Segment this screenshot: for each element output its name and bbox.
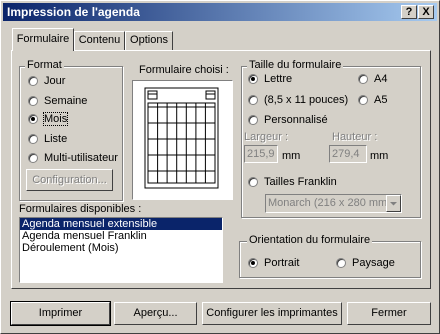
available-forms-list[interactable]: Agenda mensuel extensible Agenda mensuel… [19,217,223,283]
height-value: 279,4 [332,148,360,160]
help-button[interactable]: ? [401,5,417,19]
radio-label: Personnalisé [264,114,328,126]
radio-label: Multi-utilisateur [44,152,118,164]
height-label: Hauteur : [332,131,378,143]
title-bar[interactable]: Impression de l'agenda ? X [3,3,437,21]
radio-dot [358,74,368,84]
radio-a5[interactable]: A5 [358,93,387,107]
orientation-legend: Orientation du formulaire [247,234,373,246]
radio-dot [248,115,258,125]
radio-personnalise[interactable]: Personnalisé [248,113,328,127]
form-preview [132,80,233,200]
radio-tailles-franklin[interactable]: Tailles Franklin [248,175,337,189]
radio-dot [28,153,38,163]
width-field[interactable]: 215,9 [244,145,278,163]
close-button-label: Fermer [371,307,407,319]
radio-label: Lettre [264,73,293,85]
radio-paysage[interactable]: Paysage [336,256,395,270]
configure-printers-label: Configurer les imprimantes [206,307,338,319]
width-value: 215,9 [247,148,275,160]
radio-dot [28,114,38,124]
radio-semaine[interactable]: Semaine [28,94,87,108]
tab-label: Contenu [78,34,121,46]
configuration-button[interactable]: Configuration... [26,169,113,191]
format-legend: Format [25,59,64,71]
available-forms-label: Formulaires disponibles : [19,203,142,215]
radio-dot [28,96,38,106]
radio-dot [28,134,38,144]
height-field[interactable]: 279,4 [329,145,367,163]
radio-dot [248,95,258,105]
radio-dot [336,258,346,268]
tab-label: Formulaire [16,33,70,45]
radio-dot [248,177,258,187]
list-item[interactable]: Agenda mensuel extensible [20,218,222,230]
radio-dot [28,76,38,86]
radio-label: Portrait [264,257,300,269]
width-unit: mm [282,150,301,162]
radio-half-letter[interactable]: (8,5 x 11 pouces) [248,93,348,107]
radio-jour[interactable]: Jour [28,74,65,88]
franklin-size-select[interactable]: Monarch (216 x 280 mm [265,194,402,213]
height-unit: mm [370,150,389,162]
radio-label: Liste [44,133,68,145]
radio-dot [358,95,368,105]
radio-label: A4 [374,73,388,85]
radio-label: Tailles Franklin [264,176,337,188]
close-icon[interactable]: X [418,5,434,19]
radio-mois[interactable]: Mois [28,112,69,126]
print-button[interactable]: Imprimer [10,301,111,326]
radio-label: A5 [374,94,388,106]
preview-button[interactable]: Aperçu... [114,302,197,325]
width-label: Largeur : [244,131,289,143]
radio-label: Mois [42,112,69,126]
tab-contenu[interactable]: Contenu [74,31,125,50]
radio-dot [248,258,258,268]
list-item[interactable]: Agenda mensuel Franklin [20,230,222,242]
radio-lettre[interactable]: Lettre [248,72,292,86]
tab-options[interactable]: Options [125,31,173,50]
radio-label: (8,5 x 11 pouces) [264,94,349,106]
radio-label: Semaine [44,95,88,107]
radio-multi-utilisateur[interactable]: Multi-utilisateur [28,151,118,165]
chevron-down-icon[interactable] [386,195,401,212]
size-legend: Taille du formulaire [247,59,344,71]
radio-label: Jour [44,75,66,87]
tab-formulaire[interactable]: Formulaire [12,28,74,51]
preview-button-label: Aperçu... [133,307,178,319]
radio-dot [248,74,258,84]
radio-label: Paysage [352,257,395,269]
print-button-label: Imprimer [38,307,83,319]
calendar-page-icon [144,87,219,189]
configuration-label: Configuration... [32,174,107,186]
radio-portrait[interactable]: Portrait [248,256,299,270]
print-dialog: Impression de l'agenda ? X Formulaire Co… [0,0,440,334]
list-item[interactable]: Déroulement (Mois) [20,242,222,254]
close-button[interactable]: Fermer [347,302,431,325]
chevron-down-glyph [390,202,397,206]
tab-panel: Format Jour Semaine Mois Liste Multi-uti… [11,50,431,289]
preview-label: Formulaire choisi : [139,64,229,76]
configure-printers-button[interactable]: Configurer les imprimantes [202,302,342,325]
window-title: Impression de l'agenda [7,5,140,19]
radio-liste[interactable]: Liste [28,132,67,146]
franklin-size-value: Monarch (216 x 280 mm [268,197,388,209]
tab-label: Options [130,34,168,46]
radio-a4[interactable]: A4 [358,72,387,86]
